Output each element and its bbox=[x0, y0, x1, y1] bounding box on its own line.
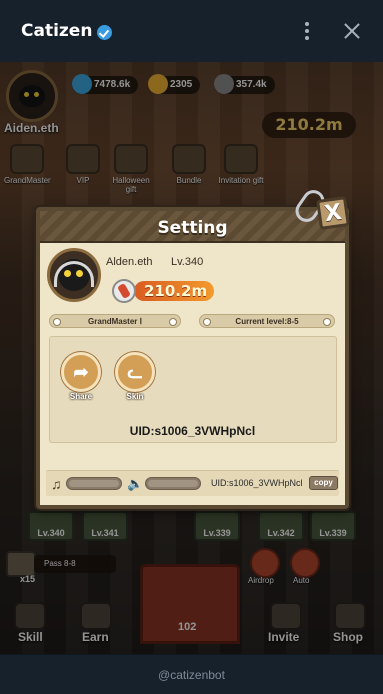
app-title: Catizen bbox=[21, 21, 93, 41]
headphones-icon bbox=[54, 261, 94, 287]
telegram-webapp: { "header": {"title": "Catizen"}, "hud":… bbox=[0, 0, 383, 694]
profile-avatar bbox=[47, 248, 101, 302]
verified-badge-icon bbox=[97, 24, 113, 40]
copy-button[interactable]: copy bbox=[309, 476, 338, 490]
modal-close-button[interactable]: X bbox=[316, 196, 350, 230]
setting-modal: Setting X Alden.eth Lv.340 210.2m GrandM… bbox=[36, 185, 350, 509]
profile-income: 210.2m bbox=[112, 279, 214, 303]
settings-row: ♫ 🔈 UID:s1006_3VWHpNcl copy bbox=[46, 470, 339, 496]
more-menu-icon[interactable] bbox=[305, 22, 309, 40]
profile-name: Alden.eth bbox=[106, 256, 153, 268]
share-icon: ➦ bbox=[73, 362, 89, 382]
telegram-header: Catizen bbox=[0, 0, 383, 62]
cat-face-icon: ᓚ bbox=[127, 362, 143, 382]
sound-volume-slider[interactable] bbox=[145, 477, 201, 490]
share-button[interactable]: ➦ bbox=[61, 352, 101, 392]
music-volume-slider[interactable] bbox=[66, 477, 122, 490]
skin-label: Skin bbox=[126, 392, 144, 401]
uid-text: UID:s1006_3VWHpNcl bbox=[129, 424, 256, 438]
speaker-icon: 🔈 bbox=[127, 476, 144, 491]
skin-button[interactable]: ᓚ bbox=[115, 352, 155, 392]
uid-small-text: UID:s1006_3VWHpNcl bbox=[211, 478, 303, 488]
bot-footer: @catizenbot bbox=[0, 654, 383, 694]
current-level-bar: Current level:8-5 bbox=[199, 314, 335, 328]
close-icon[interactable] bbox=[343, 22, 361, 40]
rank-bar: GrandMaster Ⅰ bbox=[49, 314, 181, 328]
income-icon bbox=[112, 279, 136, 303]
income-value: 210.2m bbox=[134, 281, 214, 301]
profile-level: Lv.340 bbox=[171, 256, 204, 268]
music-icon: ♫ bbox=[51, 476, 62, 492]
share-label: Share bbox=[69, 392, 93, 401]
